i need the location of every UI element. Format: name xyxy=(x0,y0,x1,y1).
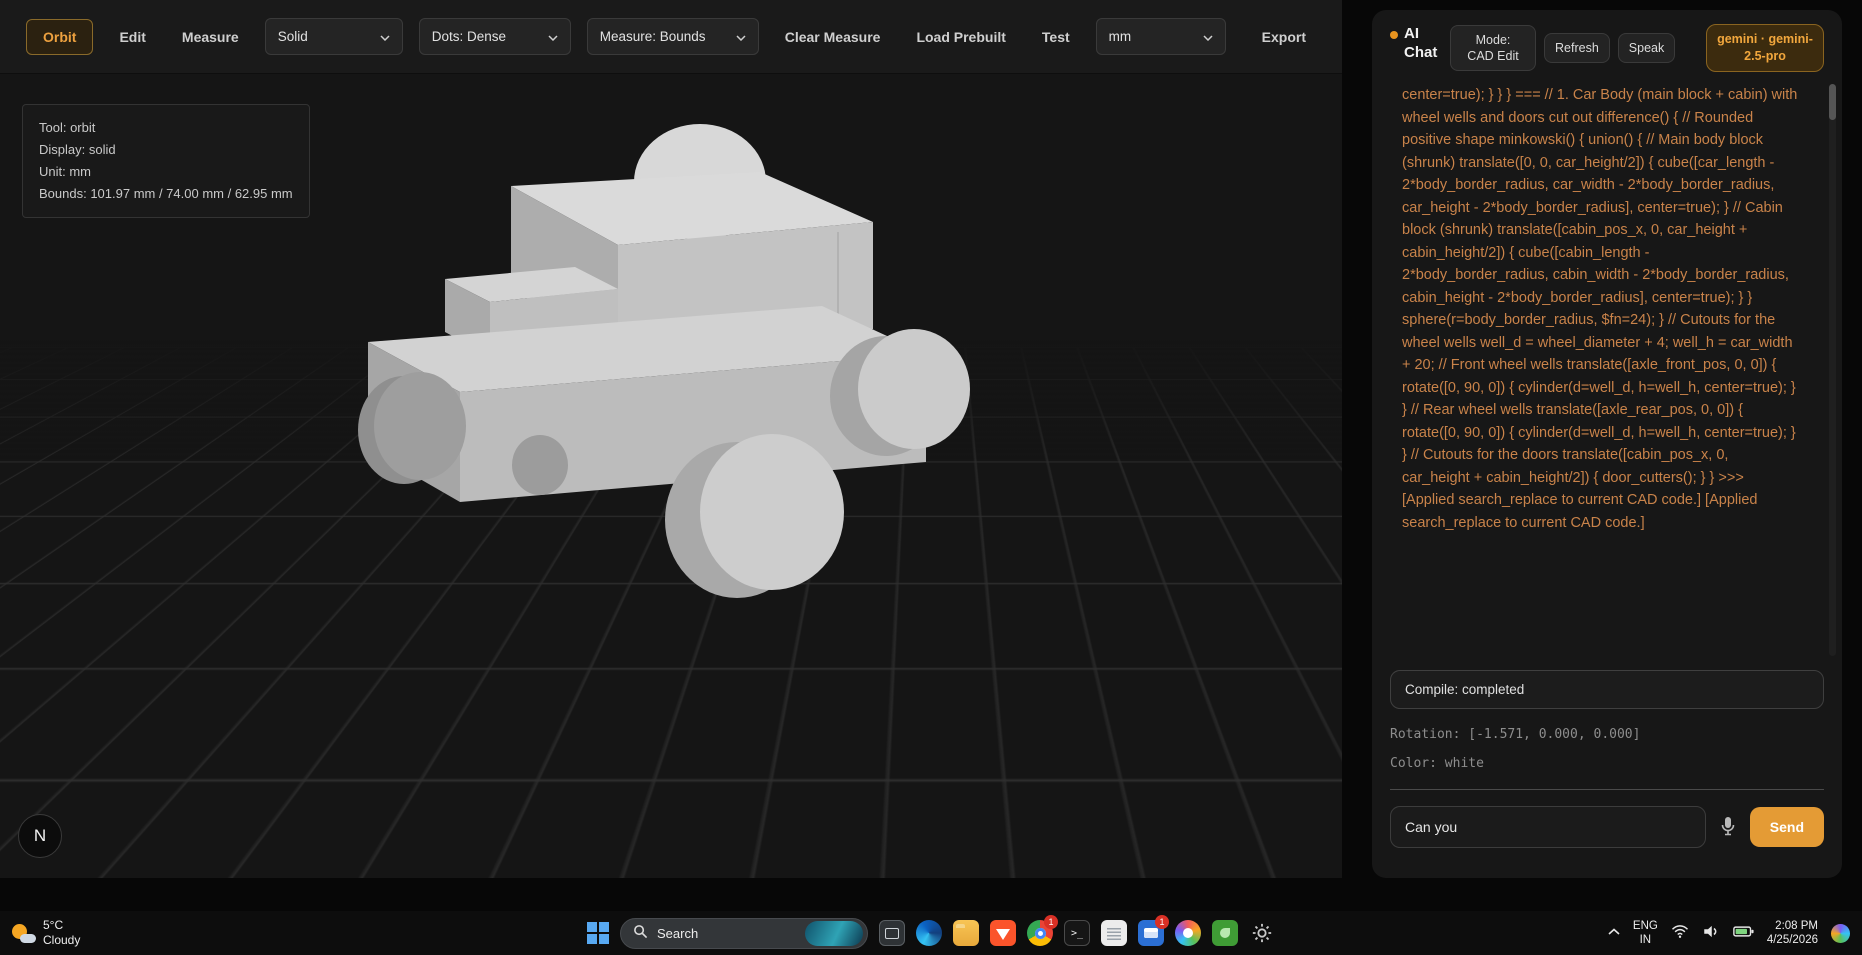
send-button[interactable]: Send xyxy=(1749,807,1824,847)
volume-icon[interactable] xyxy=(1702,924,1720,943)
export-button[interactable]: Export xyxy=(1252,20,1316,54)
weather-widget[interactable]: 5°C Cloudy xyxy=(12,918,80,948)
toolbar: Orbit Edit Measure Solid Dots: Dense Mea… xyxy=(0,0,1342,74)
clear-measure-button[interactable]: Clear Measure xyxy=(775,20,891,54)
unit-value: mm xyxy=(1108,29,1132,44)
chat-input[interactable] xyxy=(1390,806,1706,848)
search-icon xyxy=(633,924,648,942)
weather-icon xyxy=(12,922,36,944)
language-indicator[interactable]: ENG IN xyxy=(1633,919,1658,947)
display-status: Display: solid xyxy=(39,142,116,157)
bounds-status: Bounds: 101.97 mm / 74.00 mm / 62.95 mm xyxy=(39,186,293,201)
model-badge[interactable]: gemini · gemini-2.5-pro xyxy=(1706,24,1824,72)
input-divider xyxy=(1390,789,1824,790)
dots-density-select[interactable]: Dots: Dense xyxy=(418,18,571,55)
battery-icon[interactable] xyxy=(1733,925,1754,942)
clock[interactable]: 2:08 PM 4/25/2026 xyxy=(1767,919,1818,947)
app-logo-letter: N xyxy=(33,826,47,845)
task-view-icon[interactable] xyxy=(879,920,905,946)
taskbar-center: Search 1 1 xyxy=(587,915,1275,949)
brave-icon[interactable] xyxy=(990,920,1016,946)
chat-header: AI Chat Mode: CAD Edit Refresh Speak gem… xyxy=(1390,24,1824,72)
mic-icon xyxy=(1720,816,1736,839)
search-box[interactable]: Search xyxy=(620,917,868,949)
wifi-icon[interactable] xyxy=(1671,924,1689,943)
chevron-down-icon xyxy=(548,29,558,44)
tab-edit[interactable]: Edit xyxy=(109,20,155,54)
mode-button[interactable]: Mode: CAD Edit xyxy=(1450,25,1536,71)
language-line2: IN xyxy=(1639,934,1652,946)
notepad-icon[interactable] xyxy=(1101,920,1127,946)
tool-status: Tool: orbit xyxy=(39,120,96,135)
system-tray: ENG IN 2:08 PM 4/25/2026 xyxy=(1608,919,1850,947)
chat-title-group: AI Chat xyxy=(1390,24,1442,72)
search-highlight-image[interactable] xyxy=(805,920,863,946)
chevron-down-icon xyxy=(380,29,390,44)
unit-status: Unit: mm xyxy=(39,164,91,179)
edge-icon[interactable] xyxy=(916,920,942,946)
unit-select[interactable]: mm xyxy=(1095,18,1226,55)
tray-date: 4/25/2026 xyxy=(1766,934,1818,946)
start-button[interactable] xyxy=(587,922,609,944)
rotation-readout: Rotation: [-1.571, 0.000, 0.000] xyxy=(1390,727,1641,742)
mail-icon[interactable]: 1 xyxy=(1138,915,1169,946)
green-app-icon[interactable] xyxy=(1212,920,1238,946)
settings-gear-icon[interactable] xyxy=(1249,920,1275,946)
browser-icon[interactable]: 1 xyxy=(1027,915,1058,946)
color-readout: Color: white xyxy=(1390,756,1484,771)
chevron-down-icon xyxy=(736,29,746,44)
mic-button[interactable] xyxy=(1714,812,1742,843)
chat-transcript: center=true); } } } === // 1. Car Body (… xyxy=(1402,87,1798,531)
refresh-button[interactable]: Refresh xyxy=(1544,33,1610,63)
test-button[interactable]: Test xyxy=(1032,20,1080,54)
measure-mode-select[interactable]: Measure: Bounds xyxy=(586,18,759,55)
chat-title: AI Chat xyxy=(1404,25,1438,61)
chat-input-row: Send xyxy=(1390,806,1824,848)
file-explorer-icon[interactable] xyxy=(953,920,979,946)
chat-transcript-wrap: center=true); } } } === // 1. Car Body (… xyxy=(1390,84,1836,656)
tray-chevron-icon[interactable] xyxy=(1608,926,1620,940)
status-dot-icon xyxy=(1390,31,1398,39)
search-label: Search xyxy=(657,925,699,941)
cad-app-window: Orbit Edit Measure Solid Dots: Dense Mea… xyxy=(0,0,1342,878)
load-prebuilt-button[interactable]: Load Prebuilt xyxy=(906,20,1015,54)
chevron-down-icon xyxy=(1203,29,1213,44)
notification-badge: 1 xyxy=(1044,915,1058,929)
grid-horizon-fade xyxy=(0,339,1342,460)
3d-viewport[interactable]: Tool: orbit Display: solid Unit: mm Boun… xyxy=(0,74,1342,878)
display-mode-select[interactable]: Solid xyxy=(264,18,403,55)
display-mode-value: Solid xyxy=(277,29,308,44)
weather-desc: Cloudy xyxy=(43,933,81,947)
language-line1: ENG xyxy=(1632,920,1658,932)
terminal-icon[interactable] xyxy=(1064,920,1090,946)
windows-taskbar: 5°C Cloudy Search 1 1 xyxy=(0,911,1862,955)
scrollbar-thumb[interactable] xyxy=(1829,84,1836,120)
tray-app-icon[interactable] xyxy=(1831,923,1850,943)
ai-chat-panel: AI Chat Mode: CAD Edit Refresh Speak gem… xyxy=(1372,10,1842,878)
tray-time: 2:08 PM xyxy=(1775,920,1818,932)
app-logo: N xyxy=(18,814,62,858)
photos-icon[interactable] xyxy=(1175,920,1201,946)
tab-measure[interactable]: Measure xyxy=(172,20,249,54)
dots-density-value: Dots: Dense xyxy=(431,29,507,44)
transcript-scrollbar[interactable] xyxy=(1829,84,1836,656)
weather-temp: 5°C xyxy=(43,918,64,932)
measure-mode-value: Measure: Bounds xyxy=(599,29,706,44)
tab-orbit[interactable]: Orbit xyxy=(26,18,94,55)
speak-button[interactable]: Speak xyxy=(1617,33,1676,63)
compile-status: Compile: completed xyxy=(1390,670,1824,709)
viewport-info-overlay: Tool: orbit Display: solid Unit: mm Boun… xyxy=(22,104,310,218)
notification-badge: 1 xyxy=(1155,915,1169,929)
